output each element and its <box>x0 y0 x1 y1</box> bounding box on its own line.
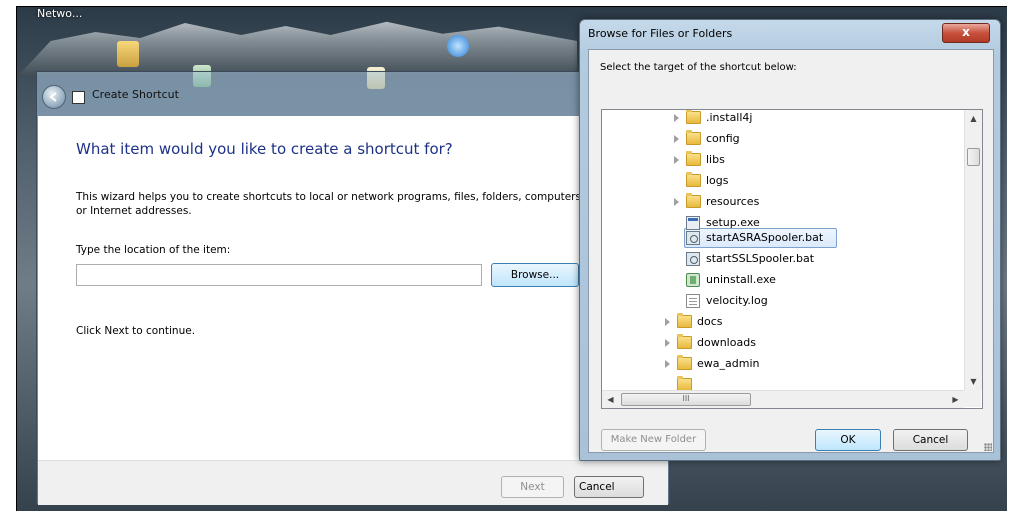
browse-button[interactable]: Browse... <box>491 263 579 287</box>
wizard-heading: What item would you like to create a sho… <box>76 140 453 158</box>
browse-dialog: Browse for Files or Folders x Select the… <box>579 19 1001 461</box>
tree-item-label: .install4j <box>706 111 753 124</box>
folder-icon <box>686 130 701 145</box>
wizard-title: Create Shortcut <box>92 88 179 101</box>
make-new-folder-button[interactable]: Make New Folder <box>601 429 706 451</box>
expand-arrow-icon[interactable] <box>665 339 670 347</box>
close-button[interactable]: x <box>942 23 990 43</box>
tree-item-label: velocity.log <box>706 294 768 307</box>
log-file-icon <box>686 294 700 308</box>
wizard-footer: Next Cancel <box>38 460 668 505</box>
desktop-folder-icon[interactable] <box>117 41 139 67</box>
folder-icon <box>677 355 692 370</box>
folder-tree[interactable]: .install4j config libs logs resources se… <box>601 109 983 409</box>
folder-icon <box>686 193 701 208</box>
batch-file-icon <box>686 231 700 245</box>
tree-item-label: resources <box>706 195 760 208</box>
location-input[interactable] <box>76 264 482 286</box>
screen-frame: Netwo... Create Shortcut What item would… <box>16 6 1007 511</box>
tree-item-label: startSSLSpooler.bat <box>706 252 815 265</box>
expand-arrow-icon[interactable] <box>665 360 670 368</box>
scroll-left-arrow-icon[interactable]: ◀ <box>602 391 619 408</box>
dialog-title: Browse for Files or Folders <box>588 27 733 40</box>
folder-icon <box>686 110 701 124</box>
uninstaller-icon <box>686 273 700 287</box>
back-button[interactable] <box>42 85 66 109</box>
back-arrow-icon <box>49 92 57 102</box>
dialog-client-area: Select the target of the shortcut below:… <box>588 49 994 453</box>
batch-file-icon <box>686 252 700 266</box>
expand-arrow-icon[interactable] <box>674 156 679 164</box>
scroll-down-arrow-icon[interactable]: ▼ <box>965 373 982 390</box>
tree-item-label: startASRASpooler.bat <box>706 231 824 244</box>
expand-arrow-icon[interactable] <box>674 114 679 122</box>
folder-icon <box>686 172 701 187</box>
tree-item-label: downloads <box>697 336 756 349</box>
folder-icon <box>677 313 692 328</box>
folder-icon <box>677 334 692 349</box>
tree-item-label: config <box>706 132 740 145</box>
continue-instruction: Click Next to continue. <box>76 325 196 337</box>
next-button[interactable]: Next <box>501 476 564 498</box>
tree-item-label: docs <box>697 315 723 328</box>
horizontal-scrollbar[interactable]: ◀ III ▶ <box>602 390 964 408</box>
ok-button[interactable]: OK <box>815 429 881 451</box>
horizontal-scroll-thumb[interactable]: III <box>621 393 751 406</box>
vertical-scrollbar[interactable]: ▲ ▼ <box>964 110 982 390</box>
expand-arrow-icon[interactable] <box>674 135 679 143</box>
executable-icon <box>686 216 700 230</box>
expand-arrow-icon[interactable] <box>665 318 670 326</box>
scrollbar-corner <box>964 390 981 407</box>
dialog-cancel-button[interactable]: Cancel <box>893 429 968 451</box>
wizard-description: This wizard helps you to create shortcut… <box>76 191 585 217</box>
wizard-body: What item would you like to create a sho… <box>38 116 668 460</box>
close-icon: x <box>962 25 970 39</box>
expand-arrow-icon[interactable] <box>674 198 679 206</box>
tree-item-label: logs <box>706 174 729 187</box>
tree-item-label: libs <box>706 153 725 166</box>
desktop-internet-explorer-icon[interactable] <box>447 35 469 57</box>
tree-item-label: uninstall.exe <box>706 273 776 286</box>
wizard-cancel-button[interactable]: Cancel <box>574 476 644 498</box>
location-label: Type the location of the item: <box>76 244 231 256</box>
tree-item-label: ewa_admin <box>697 357 760 370</box>
scroll-right-arrow-icon[interactable]: ▶ <box>947 391 964 408</box>
resize-grip-icon[interactable] <box>984 443 992 451</box>
shortcut-wizard-icon <box>72 91 85 104</box>
dialog-instruction: Select the target of the shortcut below: <box>600 62 797 73</box>
scroll-up-arrow-icon[interactable]: ▲ <box>965 110 982 127</box>
create-shortcut-window: Create Shortcut What item would you like… <box>36 71 670 505</box>
wizard-header: Create Shortcut <box>37 72 669 116</box>
desktop-icon-label-network[interactable]: Netwo... <box>37 7 82 20</box>
folder-icon <box>686 151 701 166</box>
desktop-wallpaper-mountains <box>17 21 577 77</box>
vertical-scroll-thumb[interactable] <box>967 148 980 166</box>
